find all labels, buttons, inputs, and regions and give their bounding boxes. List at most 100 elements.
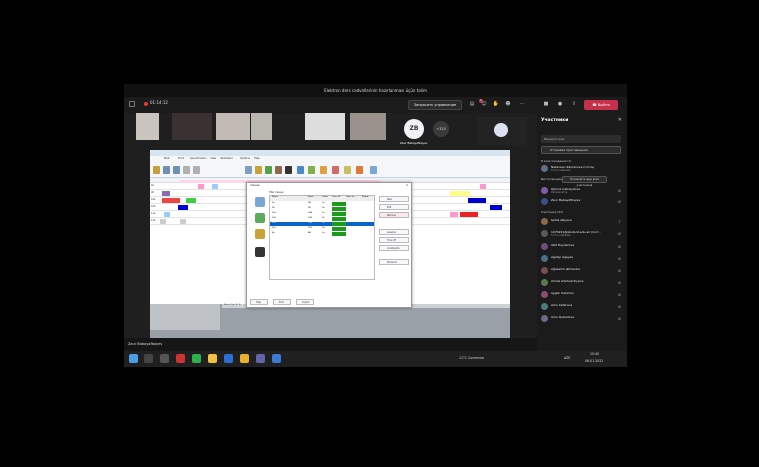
close-icon[interactable]: ✕ [618,117,622,123]
file-explorer-icon[interactable] [208,354,217,363]
lesson-card[interactable] [164,212,170,217]
relations-icon[interactable] [356,166,363,174]
microphone-icon[interactable]: ● [556,101,564,108]
constraints-button[interactable]: Constraints [379,245,409,251]
teachers-icon[interactable] [265,166,272,174]
list-item[interactable]: Aygün Kazımov ⊘ [541,290,623,300]
table-row[interactable]: 10a 10A 1a [270,212,374,216]
ribbon-tab-main[interactable]: Main [164,157,170,160]
edit-button[interactable]: Edit [379,204,409,210]
print-icon[interactable] [183,166,190,174]
new-file-icon[interactable] [153,166,160,174]
lobby-participant[interactable]: Nataveon Zamanova (гость) Гость собрания [541,164,623,174]
classes-icon[interactable] [255,166,262,174]
more-options-icon[interactable]: ⋯ [518,101,526,108]
classrooms-icon[interactable] [275,166,282,174]
table-row-selected[interactable]: 11a 11A 1a [270,222,374,226]
lesson-card[interactable] [490,205,502,210]
save-icon[interactable] [173,166,180,174]
lesson-card[interactable] [180,219,186,224]
reactions-icon[interactable]: ☻ [504,101,512,108]
lesson-card[interactable] [160,219,166,224]
whatsapp-icon[interactable] [192,354,201,363]
print-button[interactable]: Print [273,299,291,305]
open-icon[interactable] [163,166,170,174]
lesson-card[interactable] [162,198,180,203]
table-row[interactable]: 11b 11B 1b [270,227,374,231]
lesson-card[interactable] [480,184,486,189]
table-row[interactable]: 10b 10B 1b [270,217,374,221]
lesson-card[interactable] [460,212,478,217]
list-item[interactable]: Ağasəlim Əhmədov ⊘ [541,266,623,276]
teams-icon[interactable] [256,354,265,363]
lesson-card[interactable] [450,212,458,217]
camera-icon[interactable]: ■ [542,101,550,108]
ribbon-tab-options[interactable]: Options [240,157,250,160]
table-row[interactable]: 9b 9B 1b [270,207,374,211]
word-icon[interactable] [224,354,233,363]
leave-button[interactable]: ☎ Выйти [584,100,618,110]
remove-button[interactable]: Remove [379,212,409,218]
list-item[interactable]: Ağaliyi Ağayev ⊘ [541,254,623,264]
list-item[interactable]: 1076221@student.edu.az (гост.. Гость собр… [541,229,623,239]
presenter-item[interactable]: Zaur Babayafbayev ⊘ [541,197,623,207]
list-item[interactable]: Almaz Allahverdiyeva ⊘ [541,278,623,288]
lesson-card[interactable] [468,198,486,203]
presenter-item[interactable]: Qəmrə Cabrayılova Организатор ⊘ [541,186,623,196]
close-icon[interactable]: ✕ [406,184,408,187]
list-item[interactable]: Şəhla Əliyeva ♪ [541,217,623,227]
weather-tray[interactable]: 11°C Солнечно [459,356,484,360]
lesson-card[interactable] [162,191,170,196]
windows-start-icon[interactable] [129,354,138,363]
classes-table[interactable]: Name Short Count Time off Class te... Pe… [269,195,375,280]
request-control-button[interactable]: Запросить управление [408,100,462,110]
ribbon-tab-help[interactable]: Help [254,157,260,160]
app-icon[interactable] [272,354,281,363]
task-view-icon[interactable] [160,354,169,363]
buildings-icon[interactable] [297,166,304,174]
ribbon-tab-print[interactable]: Print [178,157,184,160]
export-icon[interactable] [193,166,200,174]
lesson-card[interactable] [450,191,470,196]
lobby-section[interactable]: В зале ожидания (1) [541,159,571,163]
clock-time[interactable]: 15:40 [590,352,599,356]
search-icon[interactable] [144,354,153,363]
chrome-icon[interactable] [240,354,249,363]
people-icon[interactable]: ☺ [480,101,488,108]
ribbon-tab-specification[interactable]: Specification [190,157,207,160]
ribbon-tab-validation[interactable]: Validation [220,157,233,160]
help-button[interactable]: Help [250,299,268,305]
ribbon-tab-view[interactable]: View [210,157,216,160]
participant-search-input[interactable]: Введите имя [541,135,621,143]
import-button[interactable]: Import [296,299,314,305]
list-item[interactable]: Arzu Qubadova ⊘ [541,314,623,324]
list-item[interactable]: Afət Heydərova ⊘ [541,242,623,252]
list-item[interactable]: Arzu Cəfərova ⊘ [541,302,623,312]
lesson-card[interactable] [198,184,204,189]
raise-hand-icon[interactable]: ✋ [492,101,500,108]
validate-icon[interactable] [332,166,339,174]
clock-date[interactable]: 06.01.2022 [585,359,603,363]
new-button[interactable]: New [379,196,409,202]
mute-all-button[interactable]: Отключить звук всех участников [562,176,607,187]
time-off-button[interactable]: Time off [379,237,409,243]
cards-icon[interactable] [344,166,351,174]
share-icon[interactable]: ⇪ [570,101,578,108]
lesson-card[interactable] [178,205,188,210]
language-tray[interactable]: AZE [564,356,570,360]
invite-button[interactable]: Отправка приглашения [541,146,621,154]
table-row[interactable]: 8a 8A 1a [270,232,374,236]
chat-icon[interactable]: ▤ [468,101,476,108]
lesson-card[interactable] [186,198,196,203]
opera-icon[interactable] [176,354,185,363]
generate-icon[interactable] [320,166,327,174]
table-row[interactable]: 9a 9A 1a [270,202,374,206]
periods-icon[interactable] [308,166,315,174]
students-icon[interactable] [285,166,292,174]
divisions-button[interactable]: Divisions [379,259,409,265]
attendees-section[interactable]: Участники (23) [541,210,563,214]
more-participants[interactable]: +325 [433,121,449,137]
cloud-icon[interactable] [370,166,377,174]
lesson-card[interactable] [212,184,218,189]
lessons-button[interactable]: Lessons [379,229,409,235]
